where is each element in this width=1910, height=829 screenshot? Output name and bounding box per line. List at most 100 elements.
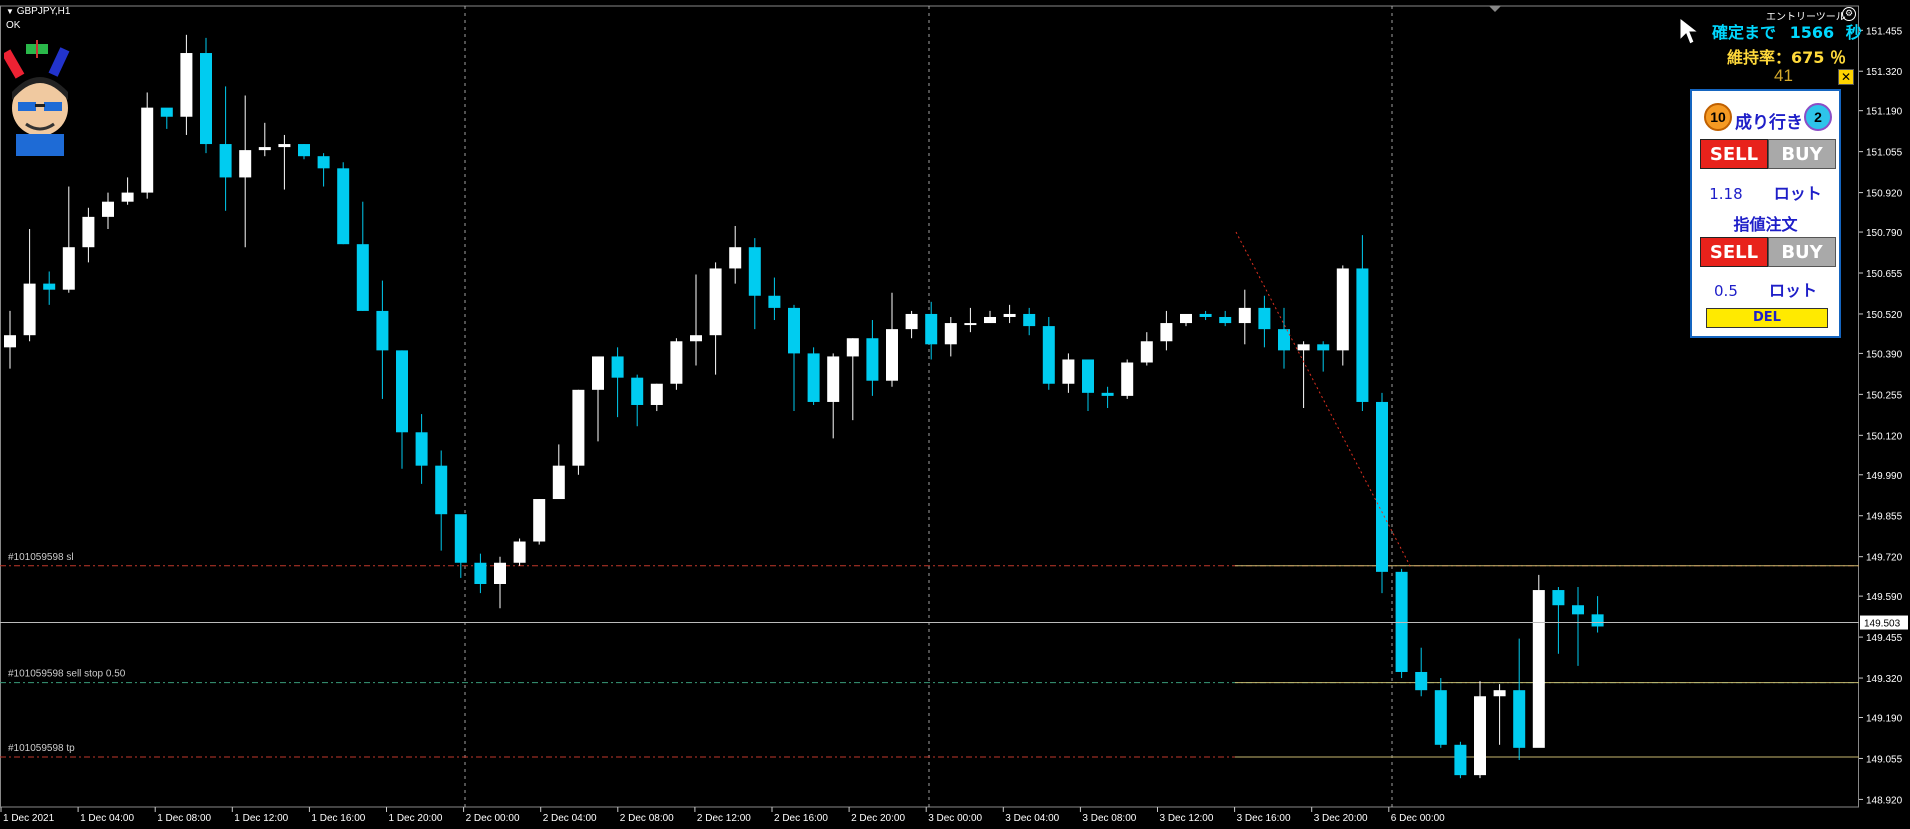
candle-body	[474, 562, 487, 584]
y-axis-tick-label: 151.190	[1866, 107, 1903, 118]
x-axis-tick-label: 3 Dec 16:00	[1237, 813, 1291, 824]
candle-body	[964, 323, 977, 326]
x-axis-tick-label: 1 Dec 08:00	[157, 813, 211, 824]
candle-body	[905, 313, 918, 330]
countdown-unit: 秒	[1845, 23, 1862, 42]
candle-body	[4, 335, 16, 348]
candle-body	[102, 201, 114, 217]
y-axis-tick-label: 151.320	[1866, 67, 1903, 78]
candle-body	[1474, 696, 1486, 776]
delete-orders-button[interactable]: DEL	[1706, 308, 1828, 328]
candle-body	[141, 107, 154, 193]
candle-body	[160, 107, 173, 117]
x-axis-tick-label: 3 Dec 20:00	[1314, 813, 1368, 824]
limit-buy-button[interactable]: BUY	[1768, 237, 1836, 267]
candle-body	[1591, 614, 1604, 627]
y-axis-tick-label: 150.120	[1866, 431, 1903, 442]
candle-body	[239, 150, 252, 178]
candle-body	[611, 356, 624, 378]
candle-body	[1082, 359, 1094, 393]
candle-body	[1101, 392, 1114, 396]
candle-body	[356, 244, 369, 311]
countdown-label: 確定まで	[1712, 23, 1777, 42]
avatar	[4, 40, 70, 156]
x-axis-tick-label: 2 Dec 08:00	[620, 813, 674, 824]
candle-body	[1376, 401, 1388, 572]
candle-body	[552, 465, 565, 500]
candle-body	[1317, 344, 1330, 351]
candle-body	[944, 323, 957, 345]
candle-body	[827, 356, 840, 402]
countdown-value: 1566	[1789, 23, 1835, 42]
candle-body	[984, 316, 996, 324]
candle-body	[1395, 571, 1408, 672]
y-axis-tick-label: 150.790	[1866, 228, 1903, 239]
dropdown-arrow-icon[interactable]: ▼	[6, 7, 14, 16]
x-axis-tick-label: 1 Dec 20:00	[389, 813, 443, 824]
candle-body	[1160, 323, 1173, 342]
y-axis-tick-label: 149.990	[1866, 471, 1903, 482]
candle-body	[1219, 316, 1232, 324]
candle-body	[23, 283, 36, 336]
candle-body	[1493, 690, 1506, 697]
x-axis-tick-label: 3 Dec 00:00	[928, 813, 982, 824]
candle-body	[768, 295, 781, 308]
candle-body	[670, 341, 683, 384]
close-panel-button[interactable]: ✕	[1838, 69, 1854, 85]
candle-body	[1140, 341, 1153, 363]
candle-body	[1278, 329, 1290, 351]
x-axis-tick-label: 2 Dec 04:00	[543, 813, 597, 824]
margin-level: 維持率：675 ％	[1727, 48, 1846, 67]
candle-body	[1356, 268, 1369, 402]
candle-body	[1121, 362, 1134, 396]
candle-body	[494, 562, 506, 584]
x-axis-tick-label: 6 Dec 00:00	[1391, 813, 1445, 824]
candle-body	[337, 168, 350, 245]
order-label: #101059598 tp	[8, 743, 75, 754]
market-buy-button[interactable]: BUY	[1768, 139, 1836, 169]
candle-body	[1415, 671, 1428, 691]
candle-body	[1199, 313, 1212, 317]
x-axis-tick-label: 2 Dec 16:00	[774, 813, 828, 824]
chart-shift-marker[interactable]	[1489, 6, 1501, 12]
candle-body	[1180, 313, 1192, 324]
y-axis-tick-label: 149.190	[1866, 713, 1903, 724]
x-axis-tick-label: 2 Dec 12:00	[697, 813, 751, 824]
candle-body	[572, 389, 585, 466]
market-lot-value[interactable]: 1.18	[1709, 185, 1742, 203]
close-icon: ✕	[1840, 70, 1852, 84]
x-axis-tick-label: 3 Dec 04:00	[1005, 813, 1059, 824]
y-axis-tick-label: 149.590	[1866, 592, 1903, 603]
candle-body	[317, 156, 330, 169]
market-sell-button[interactable]: SELL	[1700, 139, 1768, 169]
y-axis-tick-label: 151.055	[1866, 148, 1903, 159]
candle-body	[1297, 344, 1310, 351]
x-axis-tick-label: 3 Dec 08:00	[1082, 813, 1136, 824]
market-lot-row: 1.18 ロット	[1692, 180, 1839, 204]
right-count: 2	[1814, 109, 1822, 125]
candle-body	[62, 247, 75, 290]
candle-body	[846, 338, 859, 357]
candle-body	[631, 377, 644, 405]
candle-body	[258, 147, 271, 151]
order-label: #101059598 sell stop 0.50	[8, 669, 126, 680]
y-axis-tick-label: 148.920	[1866, 795, 1903, 806]
x-axis-tick-label: 3 Dec 12:00	[1160, 813, 1214, 824]
y-axis-tick-label: 149.055	[1866, 754, 1903, 765]
y-axis-tick-label: 150.520	[1866, 310, 1903, 321]
x-axis-tick-label: 1 Dec 2021	[3, 813, 55, 824]
candle-body	[396, 350, 408, 433]
candle-body	[807, 353, 820, 402]
candle-body	[729, 247, 742, 269]
y-axis-tick-label: 149.320	[1866, 674, 1903, 685]
candle-body	[650, 383, 663, 405]
candle-body	[1003, 313, 1016, 317]
price-chart[interactable]: 151.455 151.320 151.190 151.055 150.920 150.7…	[0, 0, 1910, 829]
limit-lot-value[interactable]: 0.5	[1714, 282, 1738, 300]
candle-body	[748, 247, 761, 296]
limit-sell-button[interactable]: SELL	[1700, 237, 1768, 267]
left-count: 10	[1710, 109, 1726, 125]
left-count-badge: 10	[1704, 103, 1732, 131]
candle-body	[43, 283, 56, 290]
order-label: #101059598 sl	[8, 552, 74, 563]
